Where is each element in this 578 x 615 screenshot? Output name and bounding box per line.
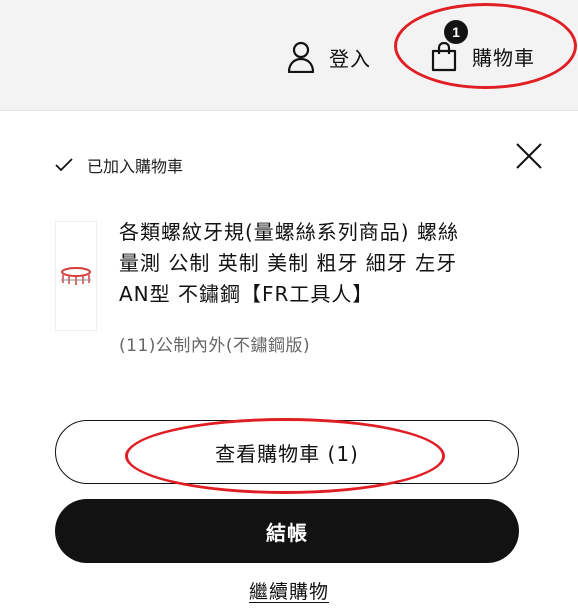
continue-shopping: 繼續購物 xyxy=(0,577,578,604)
user-icon xyxy=(287,41,315,73)
cart-label: 購物車 xyxy=(472,45,535,70)
login-link[interactable]: 登入 xyxy=(287,40,371,74)
product-title-line: AN型 不鏽鋼【FR工具人】 xyxy=(119,282,374,306)
checkout-button[interactable]: 結帳 xyxy=(55,499,519,563)
thread-gauge-image xyxy=(61,267,91,285)
close-icon[interactable] xyxy=(514,141,544,171)
product-title-line: 各類螺紋牙規(量螺絲系列商品) 螺絲 xyxy=(119,220,459,244)
view-cart-button[interactable]: 查看購物車 (1) xyxy=(55,420,519,484)
product-thumbnail[interactable] xyxy=(55,221,97,331)
check-icon xyxy=(55,158,73,172)
product-title: 各類螺紋牙規(量螺絲系列商品) 螺絲 量測 公制 英制 美制 粗牙 細牙 左牙 … xyxy=(119,217,519,310)
added-to-cart-text: 已加入購物車 xyxy=(87,157,184,176)
site-header: 登入 1 購物車 xyxy=(0,0,578,111)
added-to-cart-message: 已加入購物車 xyxy=(55,153,183,177)
login-label: 登入 xyxy=(329,46,371,71)
shopping-bag-icon xyxy=(431,42,457,72)
product-title-line: 量測 公制 英制 美制 粗牙 細牙 左牙 xyxy=(119,251,458,275)
cart-count-badge: 1 xyxy=(444,20,468,44)
cart-icon-wrapper: 1 xyxy=(430,20,468,74)
cart-notification-panel: 已加入購物車 各類螺紋牙規(量螺絲系列商品) 螺絲 量測 公制 英制 美制 粗牙… xyxy=(0,111,578,615)
continue-shopping-link[interactable]: 繼續購物 xyxy=(249,581,329,603)
product-variant: (11)公制內外(不鏽鋼版) xyxy=(119,336,311,356)
cart-link[interactable]: 1 購物車 xyxy=(430,20,535,76)
